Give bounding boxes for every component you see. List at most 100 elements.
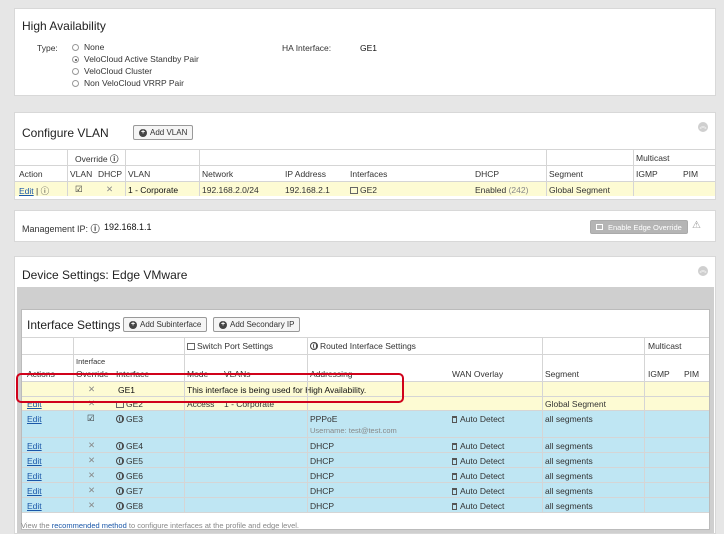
vlan-col-action: Action (19, 169, 43, 179)
wan-overlay-ge6: Auto Detect (452, 471, 504, 481)
ha-option-cluster[interactable]: VeloCloud Cluster (72, 66, 152, 76)
radio-none[interactable] (72, 44, 79, 51)
row-divider (22, 482, 709, 483)
override-checkbox-ge3[interactable]: ☑ (87, 413, 95, 424)
iface-table-top-border (22, 337, 709, 338)
grp-switch-port: Switch Port Settings (187, 341, 273, 351)
grp-multicast: Multicast (648, 341, 682, 351)
iface-name-ge4: GE4 (116, 441, 143, 451)
radio-active-standby[interactable] (72, 56, 79, 63)
edit-link-ge3[interactable]: Edit (27, 414, 42, 424)
iface-vline (307, 338, 308, 513)
addressing-ge6: DHCP (310, 471, 335, 481)
device-inner-gray: Interface Settings + Add Subinterface + Ad… (16, 287, 714, 533)
add-secondary-ip-button[interactable]: + Add Secondary IP (213, 317, 301, 332)
override-x-icon: ✕ (88, 485, 96, 495)
vlan-row-network: 192.168.2.0/24 (202, 185, 259, 195)
info-icon: ⓘ (90, 224, 100, 234)
iface-name-ge5: GE5 (116, 456, 143, 466)
wan-overlay-ge5: Auto Detect (452, 456, 504, 466)
footer-note: View the recommended method to configure… (21, 521, 299, 530)
vlan-row-segment: Global Segment (549, 185, 610, 195)
enable-edge-override-button[interactable]: Enable Edge Override (590, 220, 688, 234)
iface-vline (542, 338, 543, 513)
col-igmp: IGMP (648, 369, 670, 379)
ha-option-vrrp[interactable]: Non VeloCloud VRRP Pair (72, 78, 184, 88)
override-x-icon: ✕ (88, 470, 96, 480)
vlan-table-top-border (15, 149, 715, 150)
edit-link-ge6[interactable]: Edit (27, 471, 42, 481)
grp-routed: Routed Interface Settings (310, 341, 416, 351)
add-subinterface-button[interactable]: + Add Subinterface (123, 317, 208, 332)
plus-icon: + (139, 128, 147, 137)
segment-ge7: all segments (545, 486, 593, 496)
edit-link-ge7[interactable]: Edit (27, 486, 42, 496)
vlan-col-vlan-override: VLAN (70, 169, 93, 179)
addressing-ge8: DHCP (310, 501, 335, 511)
info-icon[interactable]: ⓘ (41, 186, 50, 196)
interface-settings-card: Interface Settings + Add Subinterface + Ad… (16, 309, 710, 530)
vlan-edit-link[interactable]: Edit (19, 186, 34, 196)
override-x-icon: ✕ (88, 440, 96, 450)
addressing-ge7: DHCP (310, 486, 335, 496)
dhcp-override-x-icon: ✕ (106, 184, 114, 194)
edit-link-ge4[interactable]: Edit (27, 441, 42, 451)
addressing-ge5: DHCP (310, 456, 335, 466)
recommended-method-link[interactable]: recommended method (52, 521, 127, 530)
vlan-row-actions: Edit | ⓘ (19, 186, 50, 196)
segment-ge5: all segments (545, 456, 593, 466)
vlan-vline (199, 150, 200, 196)
add-vlan-button[interactable]: + Add VLAN (133, 125, 194, 140)
override-x-icon: ✕ (88, 500, 96, 510)
ha-option-none[interactable]: None (72, 42, 104, 52)
ha-interface-label: HA Interface: (282, 43, 332, 53)
ha-interface-value: GE1 (360, 43, 378, 53)
segment-ge2: Global Segment (545, 399, 606, 409)
vlan-vline (125, 150, 126, 196)
toggle-icon (596, 224, 603, 230)
iface-hdr-interface-top: Interface (76, 357, 106, 366)
edit-link-ge5[interactable]: Edit (27, 456, 42, 466)
col-segment: Segment (545, 369, 580, 379)
vlan-row-ip: 192.168.2.1 (285, 185, 330, 195)
info-icon: ⓘ (109, 154, 119, 164)
iface-vline (644, 338, 645, 513)
segment-ge3: all segments (545, 414, 593, 424)
vlan-header-divider (15, 165, 715, 166)
plug-icon (452, 503, 457, 510)
mgmt-panel: Management IP: ⓘ 192.168.1.1 Enable Edge… (14, 210, 716, 242)
vlan-row-dhcp: Enabled (242) (475, 185, 529, 195)
ha-title: High Availability (22, 19, 106, 33)
iface-name-ge3: GE3 (116, 414, 143, 424)
vlan-vline (633, 150, 634, 196)
radio-cluster[interactable] (72, 68, 79, 75)
globe-icon (116, 442, 124, 450)
mgmt-ip-value: 192.168.1.1 (104, 222, 152, 232)
plug-icon (452, 473, 457, 480)
iface-name-ge8: GE8 (116, 501, 143, 511)
switch-port-icon (187, 343, 195, 350)
ha-option-active-standby[interactable]: VeloCloud Active Standby Pair (72, 54, 199, 64)
globe-icon (116, 502, 124, 510)
iface-vline (73, 338, 74, 513)
interface-settings-title: Interface Settings (27, 318, 121, 332)
vlan-panel: Configure VLAN + Add VLAN ︽ Override ⓘ Mu… (14, 112, 716, 200)
globe-icon (116, 472, 124, 480)
radio-vrrp[interactable] (72, 80, 79, 87)
device-settings-title: Device Settings: Edge VMware (22, 268, 188, 282)
globe-icon (116, 415, 124, 423)
collapse-icon[interactable]: ︽ (698, 266, 708, 276)
plus-icon: + (219, 320, 227, 329)
iface-name-ge7: GE7 (116, 486, 143, 496)
globe-icon (116, 457, 124, 465)
ha-type-label: Type: (37, 43, 58, 53)
vlan-vline (67, 150, 68, 196)
edit-link-ge8[interactable]: Edit (27, 501, 42, 511)
row-divider (22, 452, 709, 453)
col-wan-overlay: WAN Overlay (452, 369, 504, 379)
segment-ge4: all segments (545, 441, 593, 451)
segment-ge6: all segments (545, 471, 593, 481)
vlan-override-checkbox[interactable]: ☑ (75, 184, 83, 195)
wan-overlay-ge7: Auto Detect (452, 486, 504, 496)
collapse-icon[interactable]: ︽ (698, 122, 708, 132)
